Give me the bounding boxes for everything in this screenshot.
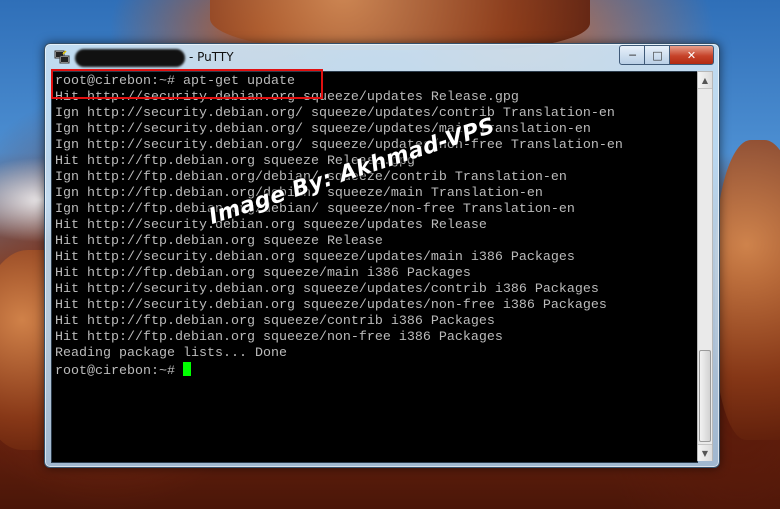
terminal-line: Hit http://security.debian.org squeeze/u… [55, 218, 487, 233]
terminal-screen[interactable]: root@cirebon:~# apt-get update Hit http:/… [51, 71, 698, 463]
terminal-line: Hit http://ftp.debian.org squeeze/contri… [55, 314, 495, 329]
terminal-line: Hit http://ftp.debian.org squeeze/non-fr… [55, 330, 503, 345]
putty-window[interactable]: - PuTTY ─ □ ✕ root@cirebon:~# apt-get up… [44, 43, 720, 468]
arrow-up-icon: ▲ [701, 75, 709, 85]
arrow-down-icon: ▼ [701, 448, 709, 458]
terminal-output: root@cirebon:~# apt-get update Hit http:/… [55, 74, 623, 379]
close-button[interactable]: ✕ [669, 45, 714, 65]
terminal-line: Ign http://security.debian.org/ squeeze/… [55, 138, 623, 153]
terminal-line: Hit http://security.debian.org squeeze/u… [55, 282, 599, 297]
scroll-down-button[interactable]: ▼ [698, 444, 712, 461]
terminal-line: root@cirebon:~# apt-get update [55, 74, 295, 89]
terminal-line: Ign http://ftp.debian.org/debian/ squeez… [55, 170, 567, 185]
window-title: - PuTTY [189, 50, 234, 64]
redacted-hostname [75, 49, 185, 67]
terminal-prompt: root@cirebon:~# [55, 364, 175, 379]
window-titlebar[interactable]: - PuTTY ─ □ ✕ [45, 44, 719, 70]
terminal-line: Ign http://security.debian.org/ squeeze/… [55, 106, 615, 121]
terminal-line: Hit http://ftp.debian.org squeeze/main i… [55, 266, 471, 281]
vertical-scrollbar[interactable]: ▲ ▼ [697, 71, 713, 461]
terminal-line: Hit http://ftp.debian.org squeeze Releas… [55, 234, 383, 249]
terminal-line: Ign http://ftp.debian.org/debian/ squeez… [55, 186, 543, 201]
terminal-line: Hit http://security.debian.org squeeze/u… [55, 90, 519, 105]
minimize-icon: ─ [629, 48, 636, 62]
terminal-cursor [182, 362, 191, 376]
terminal-line: Reading package lists... Done [55, 346, 287, 361]
terminal-line: Ign http://security.debian.org/ squeeze/… [55, 122, 591, 137]
background-rock-right [715, 140, 780, 440]
minimize-button[interactable]: ─ [619, 45, 646, 65]
scroll-thumb[interactable] [699, 350, 711, 442]
terminal-line: Hit http://ftp.debian.org squeeze Releas… [55, 154, 415, 169]
terminal-line: Hit http://security.debian.org squeeze/u… [55, 298, 607, 313]
maximize-icon: □ [652, 48, 663, 62]
putty-app-icon[interactable] [54, 49, 70, 64]
close-icon: ✕ [686, 48, 697, 62]
scroll-up-button[interactable]: ▲ [698, 72, 712, 89]
terminal-line: Hit http://security.debian.org squeeze/u… [55, 250, 575, 265]
terminal-prompt-line: root@cirebon:~# [55, 362, 623, 379]
terminal-line: Ign http://ftp.debian.org/debian/ squeez… [55, 202, 575, 217]
maximize-button[interactable]: □ [644, 45, 671, 65]
